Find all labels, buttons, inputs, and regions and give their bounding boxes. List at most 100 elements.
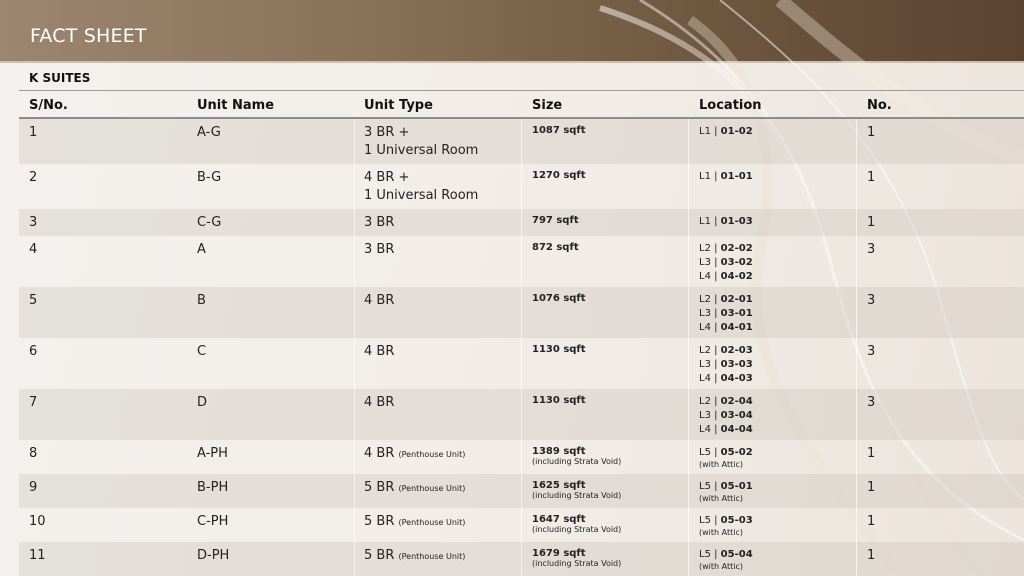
table-row: 2 B-G 4 BR + 1 Universal Room 1270 sqft L1 | … — [19, 164, 1024, 209]
table-row: 8 A-PH 4 BR (Penthouse Unit) 1389 sqft (incl… — [19, 440, 1024, 474]
location-line: L4 | 04-01 — [699, 322, 753, 333]
location-line: L2 | 02-01 — [699, 294, 753, 305]
column-header-sno: S/No. — [29, 98, 68, 113]
column-divider — [521, 440, 522, 474]
cell-sno: 4 — [29, 242, 38, 257]
column-divider — [688, 474, 689, 508]
column-divider — [856, 542, 857, 576]
location-level: L3 — [699, 359, 711, 370]
size-note: (including Strata Void) — [532, 559, 622, 568]
unit-type-extra: 1 Universal Room — [364, 188, 479, 203]
cell-count: 1 — [867, 514, 876, 529]
unit-type-text: 4 BR — [364, 293, 395, 308]
cell-size: 1087 sqft — [532, 125, 586, 136]
location-line: L3 | 03-01 — [699, 308, 753, 319]
location-level: L4 — [699, 373, 711, 384]
column-header-unit-name: Unit Name — [197, 98, 275, 113]
cell-unit-type: 4 BR — [364, 343, 394, 361]
cell-sno: 7 — [29, 395, 38, 410]
cell-location: L5 | 05-04 (with Attic) — [699, 548, 753, 572]
location-unit: 05-04 — [720, 549, 753, 560]
column-divider — [688, 287, 689, 338]
location-level: L2 — [699, 243, 711, 254]
cell-unit-type: 4 BR (Penthouse Unit) — [364, 445, 465, 464]
column-divider — [856, 389, 857, 440]
location-line: L4 | 04-03 — [699, 373, 753, 384]
location-level: L3 — [699, 257, 711, 268]
column-divider — [521, 338, 522, 389]
location-level: L4 — [699, 271, 711, 282]
column-header-size: Size — [532, 98, 563, 113]
cell-unit-name: B-PH — [197, 480, 229, 495]
cell-size: 1625 sqft (including Strata Void) — [532, 480, 621, 501]
column-divider — [354, 338, 355, 389]
column-divider — [354, 508, 355, 542]
column-header-location: Location — [699, 98, 762, 113]
cell-count: 1 — [867, 170, 876, 185]
size-value: 1076 sqft — [532, 293, 586, 304]
location-line: L5 | 05-02 — [699, 447, 753, 458]
column-divider — [354, 440, 355, 474]
size-value: 1270 sqft — [532, 170, 586, 181]
cell-unit-name: B-G — [197, 170, 222, 185]
column-divider — [856, 164, 857, 209]
location-unit: 05-03 — [720, 515, 753, 526]
location-level: L1 — [699, 216, 711, 227]
location-line: L3 | 03-02 — [699, 257, 753, 268]
column-divider — [688, 508, 689, 542]
cell-unit-name: C-G — [197, 215, 222, 230]
column-divider — [354, 287, 355, 338]
location-line: L4 | 04-02 — [699, 271, 753, 282]
cell-count: 1 — [867, 548, 876, 563]
cell-unit-type: 3 BR — [364, 241, 394, 259]
location-level: L5 — [699, 481, 711, 492]
size-note: (including Strata Void) — [532, 491, 622, 500]
location-level: L5 — [699, 515, 711, 526]
location-line: L1 | 01-02 — [699, 126, 753, 137]
size-value: 1647 sqft — [532, 514, 586, 525]
location-unit: 02-04 — [720, 396, 753, 407]
location-note: (with Attic) — [699, 528, 743, 537]
unit-type-note: (Penthouse Unit) — [398, 552, 466, 561]
cell-unit-name: C — [197, 344, 207, 359]
column-divider — [688, 236, 689, 287]
cell-location: L1 | 01-02 — [699, 125, 753, 139]
section-divider — [19, 90, 1024, 91]
cell-sno: 11 — [29, 548, 46, 563]
unit-type-note: (Penthouse Unit) — [398, 450, 466, 459]
cell-sno: 6 — [29, 344, 38, 359]
table-row: 5 B 4 BR 1076 sqft L2 | 02-01 L3 | 03-01 L4 | … — [19, 287, 1024, 338]
column-divider — [688, 119, 689, 164]
section-title: K SUITES — [29, 71, 91, 85]
column-divider — [856, 338, 857, 389]
cell-size: 797 sqft — [532, 215, 579, 226]
location-line: L5 | 05-03 — [699, 515, 753, 526]
location-line: L5 | 05-01 — [699, 481, 753, 492]
size-value: 1087 sqft — [532, 125, 586, 136]
cell-count: 3 — [867, 395, 876, 410]
cell-unit-type: 4 BR — [364, 292, 394, 310]
cell-sno: 3 — [29, 215, 38, 230]
size-value: 1389 sqft — [532, 446, 586, 457]
cell-location: L2 | 02-02 L3 | 03-02 L4 | 04-02 — [699, 242, 753, 284]
cell-size: 1130 sqft — [532, 344, 586, 355]
cell-unit-type: 5 BR (Penthouse Unit) — [364, 547, 465, 566]
location-unit: 03-01 — [720, 308, 753, 319]
cell-sno: 10 — [29, 514, 46, 529]
location-line: L3 | 03-03 — [699, 359, 753, 370]
location-unit: 04-04 — [720, 424, 753, 435]
table-row: 11 D-PH 5 BR (Penthouse Unit) 1679 sqft (inc… — [19, 542, 1024, 576]
page-title: FACT SHEET — [30, 25, 147, 47]
column-divider — [856, 119, 857, 164]
cell-unit-name: B — [197, 293, 206, 308]
location-level: L2 — [699, 294, 711, 305]
location-unit: 05-01 — [720, 481, 753, 492]
size-value: 797 sqft — [532, 215, 579, 226]
location-unit: 03-04 — [720, 410, 753, 421]
units-table: 1 A-G 3 BR + 1 Universal Room 1087 sqft L1 | … — [19, 119, 1024, 576]
location-line: L5 | 05-04 — [699, 549, 753, 560]
cell-location: L5 | 05-03 (with Attic) — [699, 514, 753, 538]
table-row: 1 A-G 3 BR + 1 Universal Room 1087 sqft L1 | … — [19, 119, 1024, 164]
cell-size: 1647 sqft (including Strata Void) — [532, 514, 621, 535]
column-divider — [856, 236, 857, 287]
